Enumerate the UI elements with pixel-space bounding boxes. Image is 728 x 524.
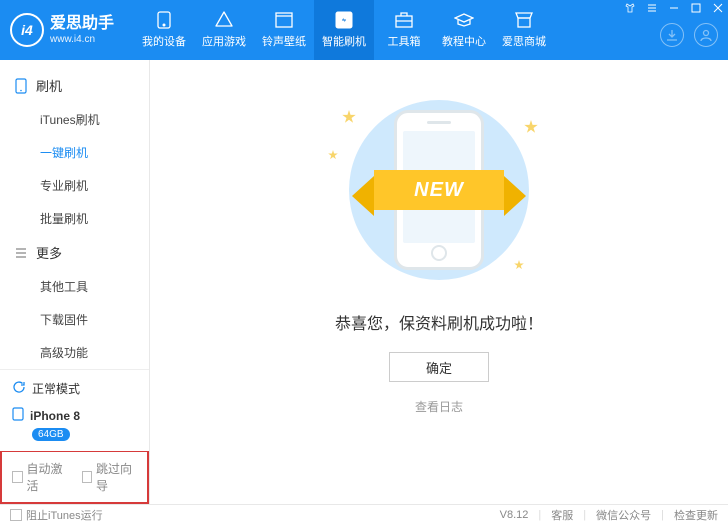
device-row[interactable]: iPhone 8 (12, 407, 137, 424)
toolbox-icon (394, 11, 414, 29)
sidebar-item-advanced[interactable]: 高级功能 (0, 336, 149, 369)
auto-activate-checkbox[interactable]: 自动激活 (12, 460, 68, 494)
new-ribbon: NEW (349, 165, 529, 215)
apps-icon (214, 11, 234, 29)
sidebar-menu: 刷机 iTunes刷机 一键刷机 专业刷机 批量刷机 更多 其他工具 下载固件 … (0, 60, 149, 369)
confirm-button[interactable]: 确定 (389, 352, 489, 382)
checkbox-label: 阻止iTunes运行 (26, 507, 103, 523)
checkbox-label: 自动激活 (27, 460, 68, 494)
storage-badge: 64GB (32, 428, 70, 441)
checkbox-box-icon (10, 509, 22, 521)
sidebar-item-download-fw[interactable]: 下载固件 (0, 303, 149, 336)
brand-logo[interactable]: i4 爱思助手 www.i4.cn (10, 13, 114, 47)
brand-name: 爱思助手 (50, 14, 114, 33)
sidebar-item-oneclick-flash[interactable]: 一键刷机 (0, 136, 149, 169)
brand-url: www.i4.cn (50, 34, 114, 46)
sidebar-group-more[interactable]: 更多 (0, 235, 149, 270)
refresh-icon (12, 380, 26, 397)
user-button[interactable] (694, 23, 718, 47)
sidebar: 刷机 iTunes刷机 一键刷机 专业刷机 批量刷机 更多 其他工具 下载固件 … (0, 60, 150, 504)
logo-icon: i4 (10, 13, 44, 47)
block-itunes-checkbox[interactable]: 阻止iTunes运行 (10, 507, 103, 523)
sidebar-group-label: 刷机 (36, 76, 62, 95)
device-icon (12, 407, 24, 424)
tshirt-icon[interactable] (620, 0, 640, 16)
checkbox-box-icon (12, 471, 23, 483)
wechat-link[interactable]: 微信公众号 (596, 507, 651, 523)
skip-guide-checkbox[interactable]: 跳过向导 (82, 460, 138, 494)
flash-icon (334, 11, 354, 29)
success-illustration: NEW (324, 90, 554, 290)
checkbox-label: 跳过向导 (96, 460, 137, 494)
nav-apps[interactable]: 应用游戏 (194, 0, 254, 60)
status-bar: 阻止iTunes运行 V8.12 | 客服 | 微信公众号 | 检查更新 (0, 504, 728, 524)
close-icon[interactable] (708, 0, 728, 16)
mode-label: 正常模式 (32, 380, 80, 397)
ribbon-text: NEW (374, 170, 504, 210)
nav-tutorial[interactable]: 教程中心 (434, 0, 494, 60)
device-name: iPhone 8 (30, 409, 80, 423)
sidebar-group-flash[interactable]: 刷机 (0, 68, 149, 103)
store-icon (514, 11, 534, 29)
sidebar-item-itunes-flash[interactable]: iTunes刷机 (0, 103, 149, 136)
flash-options-highlight: 自动激活 跳过向导 (0, 451, 149, 504)
sidebar-status: 正常模式 iPhone 8 64GB (0, 369, 149, 451)
menu-icon[interactable] (642, 0, 662, 16)
nav-store[interactable]: 爱思商城 (494, 0, 554, 60)
sidebar-item-pro-flash[interactable]: 专业刷机 (0, 169, 149, 202)
window-controls (620, 0, 728, 16)
tutorial-icon (454, 11, 474, 29)
more-icon (14, 246, 28, 260)
nav-ringtones[interactable]: 铃声壁纸 (254, 0, 314, 60)
nav-toolbox[interactable]: 工具箱 (374, 0, 434, 60)
sidebar-item-other-tools[interactable]: 其他工具 (0, 270, 149, 303)
brand-text: 爱思助手 www.i4.cn (50, 14, 114, 45)
app-header: i4 爱思助手 www.i4.cn 我的设备 应用游戏 铃声壁纸 智能刷机 工具… (0, 0, 728, 60)
maximize-icon[interactable] (686, 0, 706, 16)
success-message: 恭喜您，保资料刷机成功啦！ (335, 310, 543, 334)
wallpaper-icon (274, 11, 294, 29)
check-update-link[interactable]: 检查更新 (674, 507, 718, 523)
checkbox-box-icon (82, 471, 93, 483)
download-button[interactable] (660, 23, 684, 47)
nav-flash[interactable]: 智能刷机 (314, 0, 374, 60)
view-log-link[interactable]: 查看日志 (415, 398, 463, 415)
phone-icon (14, 79, 28, 93)
header-right (660, 13, 718, 47)
support-link[interactable]: 客服 (551, 507, 573, 523)
footer-right: V8.12 | 客服 | 微信公众号 | 检查更新 (500, 507, 718, 523)
mode-row[interactable]: 正常模式 (12, 380, 137, 397)
minimize-icon[interactable] (664, 0, 684, 16)
sidebar-group-label: 更多 (36, 243, 62, 262)
nav-my-device[interactable]: 我的设备 (134, 0, 194, 60)
app-body: 刷机 iTunes刷机 一键刷机 专业刷机 批量刷机 更多 其他工具 下载固件 … (0, 60, 728, 504)
device-icon (154, 11, 174, 29)
sidebar-item-batch-flash[interactable]: 批量刷机 (0, 202, 149, 235)
main-nav: 我的设备 应用游戏 铃声壁纸 智能刷机 工具箱 教程中心 爱思商城 (134, 0, 554, 60)
version-label: V8.12 (500, 509, 529, 521)
main-content: NEW 恭喜您，保资料刷机成功啦！ 确定 查看日志 (150, 60, 728, 504)
